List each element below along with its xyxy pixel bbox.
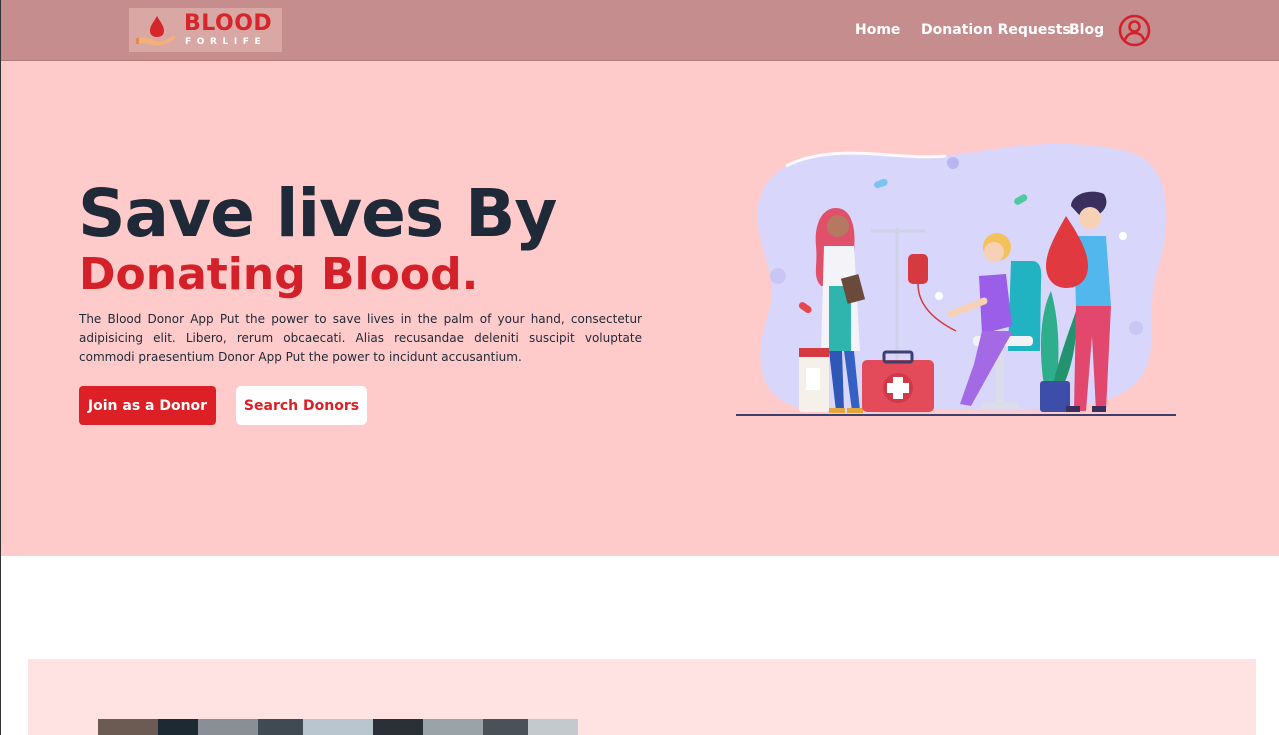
hero-subtitle: Donating Blood.	[79, 249, 479, 300]
featured-photo	[98, 719, 578, 735]
nav-blog-link[interactable]: Blog	[1069, 22, 1104, 38]
logo-word: BLOOD	[184, 11, 273, 36]
logo[interactable]: BLOOD FORLIFE	[129, 8, 282, 52]
navbar: BLOOD FORLIFE Home Donation Requests Blo…	[1, 0, 1279, 61]
logo-tagline: FORLIFE	[185, 37, 267, 47]
user-circle-icon	[1118, 14, 1151, 47]
user-profile-button[interactable]	[1118, 14, 1151, 47]
hero-description: The Blood Donor App Put the power to sav…	[79, 312, 642, 364]
search-donors-button[interactable]: Search Donors	[236, 386, 367, 425]
join-as-donor-button[interactable]: Join as a Donor	[79, 386, 216, 425]
blood-hand-logo-icon	[136, 16, 176, 46]
hero-section: Save lives By Donating Blood. The Blood …	[1, 61, 1279, 556]
nav-home-link[interactable]: Home	[855, 22, 900, 38]
hero-title: Save lives By	[78, 175, 557, 252]
blood-donation-illustration	[736, 143, 1176, 416]
featured-section	[28, 659, 1256, 735]
nav-donation-requests-link[interactable]: Donation Requests	[921, 22, 1071, 38]
